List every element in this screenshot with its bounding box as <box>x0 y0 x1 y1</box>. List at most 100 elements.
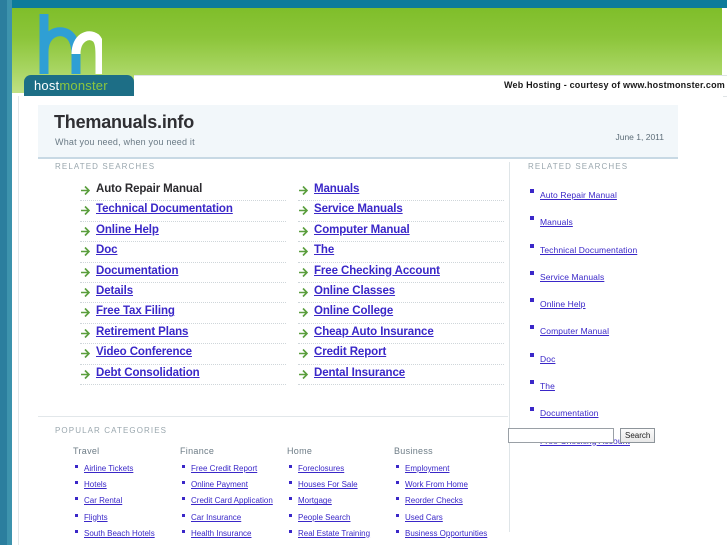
related-search-row[interactable]: Auto Repair Manual <box>80 181 286 202</box>
popular-category-item[interactable]: Online Payment <box>182 478 287 490</box>
related-search-row[interactable]: Technical Documentation <box>80 201 286 222</box>
popular-category-link[interactable]: South Beach Hotels <box>84 529 155 538</box>
popular-category-link[interactable]: Car Insurance <box>191 513 241 522</box>
sidebar-link[interactable]: Auto Repair Manual <box>540 190 617 200</box>
popular-category-link[interactable]: Business Opportunities <box>405 529 487 538</box>
related-search-link[interactable]: Free Checking Account <box>314 264 440 278</box>
popular-category-link[interactable]: Used Cars <box>405 513 443 522</box>
related-search-link[interactable]: Cheap Auto Insurance <box>314 325 434 339</box>
popular-category-link[interactable]: Real Estate Training <box>298 529 370 538</box>
related-search-link[interactable]: Video Conference <box>96 345 192 359</box>
related-search-link[interactable]: Computer Manual <box>314 223 410 237</box>
search-button[interactable]: Search <box>620 428 656 443</box>
popular-category-link[interactable]: Airline Tickets <box>84 464 133 473</box>
popular-category-item[interactable]: Business Opportunities <box>396 527 501 539</box>
popular-category-link[interactable]: Hotels <box>84 480 107 489</box>
related-search-row[interactable]: Online Classes <box>298 283 504 304</box>
popular-category-item[interactable]: Credit Card Application <box>182 494 287 506</box>
popular-category-item[interactable]: Hotels <box>75 478 180 490</box>
popular-category-item[interactable]: Car Rental <box>75 494 180 506</box>
related-search-row[interactable]: Free Tax Filing <box>80 303 286 324</box>
popular-category-item[interactable]: Work From Home <box>396 478 501 490</box>
popular-category-item[interactable]: Health Insurance <box>182 527 287 539</box>
popular-category-item[interactable]: Mortgage <box>289 494 394 506</box>
sidebar-list-item[interactable]: Online Help <box>530 294 689 312</box>
popular-category-item[interactable]: Foreclosures <box>289 462 394 474</box>
related-search-link[interactable]: Online College <box>314 304 393 318</box>
related-search-link[interactable]: Online Classes <box>314 284 395 298</box>
related-search-link[interactable]: Online Help <box>96 223 159 237</box>
related-search-row[interactable]: Documentation <box>80 263 286 283</box>
related-search-link[interactable]: Auto Repair Manual <box>96 182 202 196</box>
popular-category-item[interactable]: Reorder Checks <box>396 494 501 506</box>
related-search-link[interactable]: Doc <box>96 243 118 257</box>
sidebar-list-item[interactable]: Manuals <box>530 212 689 230</box>
related-search-link[interactable]: Technical Documentation <box>96 202 233 216</box>
related-search-row[interactable]: Credit Report <box>298 344 504 365</box>
related-search-row[interactable]: Computer Manual <box>298 222 504 243</box>
related-search-row[interactable]: Online Help <box>80 222 286 243</box>
sidebar-link[interactable]: Computer Manual <box>540 326 609 336</box>
related-search-row[interactable]: The <box>298 242 504 263</box>
related-search-row[interactable]: Dental Insurance <box>298 365 504 385</box>
related-search-link[interactable]: Debt Consolidation <box>96 366 200 380</box>
popular-category-link[interactable]: Reorder Checks <box>405 496 463 505</box>
sidebar-link[interactable]: Documentation <box>540 408 598 418</box>
popular-category-link[interactable]: Car Rental <box>84 496 122 505</box>
related-search-link[interactable]: Credit Report <box>314 345 386 359</box>
popular-category-link[interactable]: Foreclosures <box>298 464 344 473</box>
related-search-row[interactable]: Manuals <box>298 181 504 202</box>
popular-category-link[interactable]: Houses For Sale <box>298 480 358 489</box>
sidebar-list-item[interactable]: Documentation <box>530 403 689 421</box>
hostmonster-logo-tab[interactable]: hostmonster <box>24 75 134 97</box>
related-search-row[interactable]: Video Conference <box>80 344 286 365</box>
sidebar-link[interactable]: The <box>540 381 555 391</box>
related-search-row[interactable]: Retirement Plans <box>80 324 286 345</box>
related-search-link[interactable]: Details <box>96 284 133 298</box>
popular-category-link[interactable]: Employment <box>405 464 449 473</box>
popular-category-item[interactable]: Houses For Sale <box>289 478 394 490</box>
popular-category-link[interactable]: Mortgage <box>298 496 332 505</box>
related-search-link[interactable]: Dental Insurance <box>314 366 405 380</box>
popular-category-item[interactable]: People Search <box>289 511 394 523</box>
sidebar-link[interactable]: Manuals <box>540 217 573 227</box>
sidebar-list-item[interactable]: Auto Repair Manual <box>530 185 689 203</box>
popular-category-link[interactable]: People Search <box>298 513 350 522</box>
search-input[interactable] <box>508 428 614 443</box>
popular-category-item[interactable]: Free Credit Report <box>182 462 287 474</box>
related-search-link[interactable]: Retirement Plans <box>96 325 188 339</box>
popular-category-item[interactable]: South Beach Hotels <box>75 527 180 539</box>
sidebar-list-item[interactable]: Service Manuals <box>530 267 689 285</box>
related-search-link[interactable]: Documentation <box>96 264 179 278</box>
popular-category-item[interactable]: Real Estate Training <box>289 527 394 539</box>
popular-category-link[interactable]: Health Insurance <box>191 529 251 538</box>
sidebar-list-item[interactable]: The <box>530 376 689 394</box>
popular-category-item[interactable]: Employment <box>396 462 501 474</box>
related-search-link[interactable]: Service Manuals <box>314 202 403 216</box>
related-search-row[interactable]: Cheap Auto Insurance <box>298 324 504 345</box>
related-search-row[interactable]: Free Checking Account <box>298 263 504 283</box>
related-search-row[interactable]: Details <box>80 283 286 304</box>
popular-category-item[interactable]: Airline Tickets <box>75 462 180 474</box>
related-search-row[interactable]: Doc <box>80 242 286 263</box>
popular-category-item[interactable]: Flights <box>75 511 180 523</box>
sidebar-link[interactable]: Service Manuals <box>540 272 604 282</box>
related-search-link[interactable]: Free Tax Filing <box>96 304 175 318</box>
sidebar-link[interactable]: Online Help <box>540 299 586 309</box>
related-search-link[interactable]: The <box>314 243 334 257</box>
related-search-row[interactable]: Service Manuals <box>298 201 504 222</box>
related-search-row[interactable]: Debt Consolidation <box>80 365 286 385</box>
related-search-link[interactable]: Manuals <box>314 182 359 196</box>
sidebar-list-item[interactable]: Doc <box>530 349 689 367</box>
sidebar-list-item[interactable]: Computer Manual <box>530 321 689 339</box>
related-search-row[interactable]: Online College <box>298 303 504 324</box>
popular-category-link[interactable]: Online Payment <box>191 480 248 489</box>
sidebar-list-item[interactable]: Technical Documentation <box>530 240 689 258</box>
sidebar-link[interactable]: Doc <box>540 354 555 364</box>
popular-category-link[interactable]: Flights <box>84 513 108 522</box>
popular-category-link[interactable]: Work From Home <box>405 480 468 489</box>
popular-category-link[interactable]: Free Credit Report <box>191 464 257 473</box>
popular-category-item[interactable]: Car Insurance <box>182 511 287 523</box>
sidebar-link[interactable]: Technical Documentation <box>540 245 637 255</box>
popular-category-item[interactable]: Used Cars <box>396 511 501 523</box>
